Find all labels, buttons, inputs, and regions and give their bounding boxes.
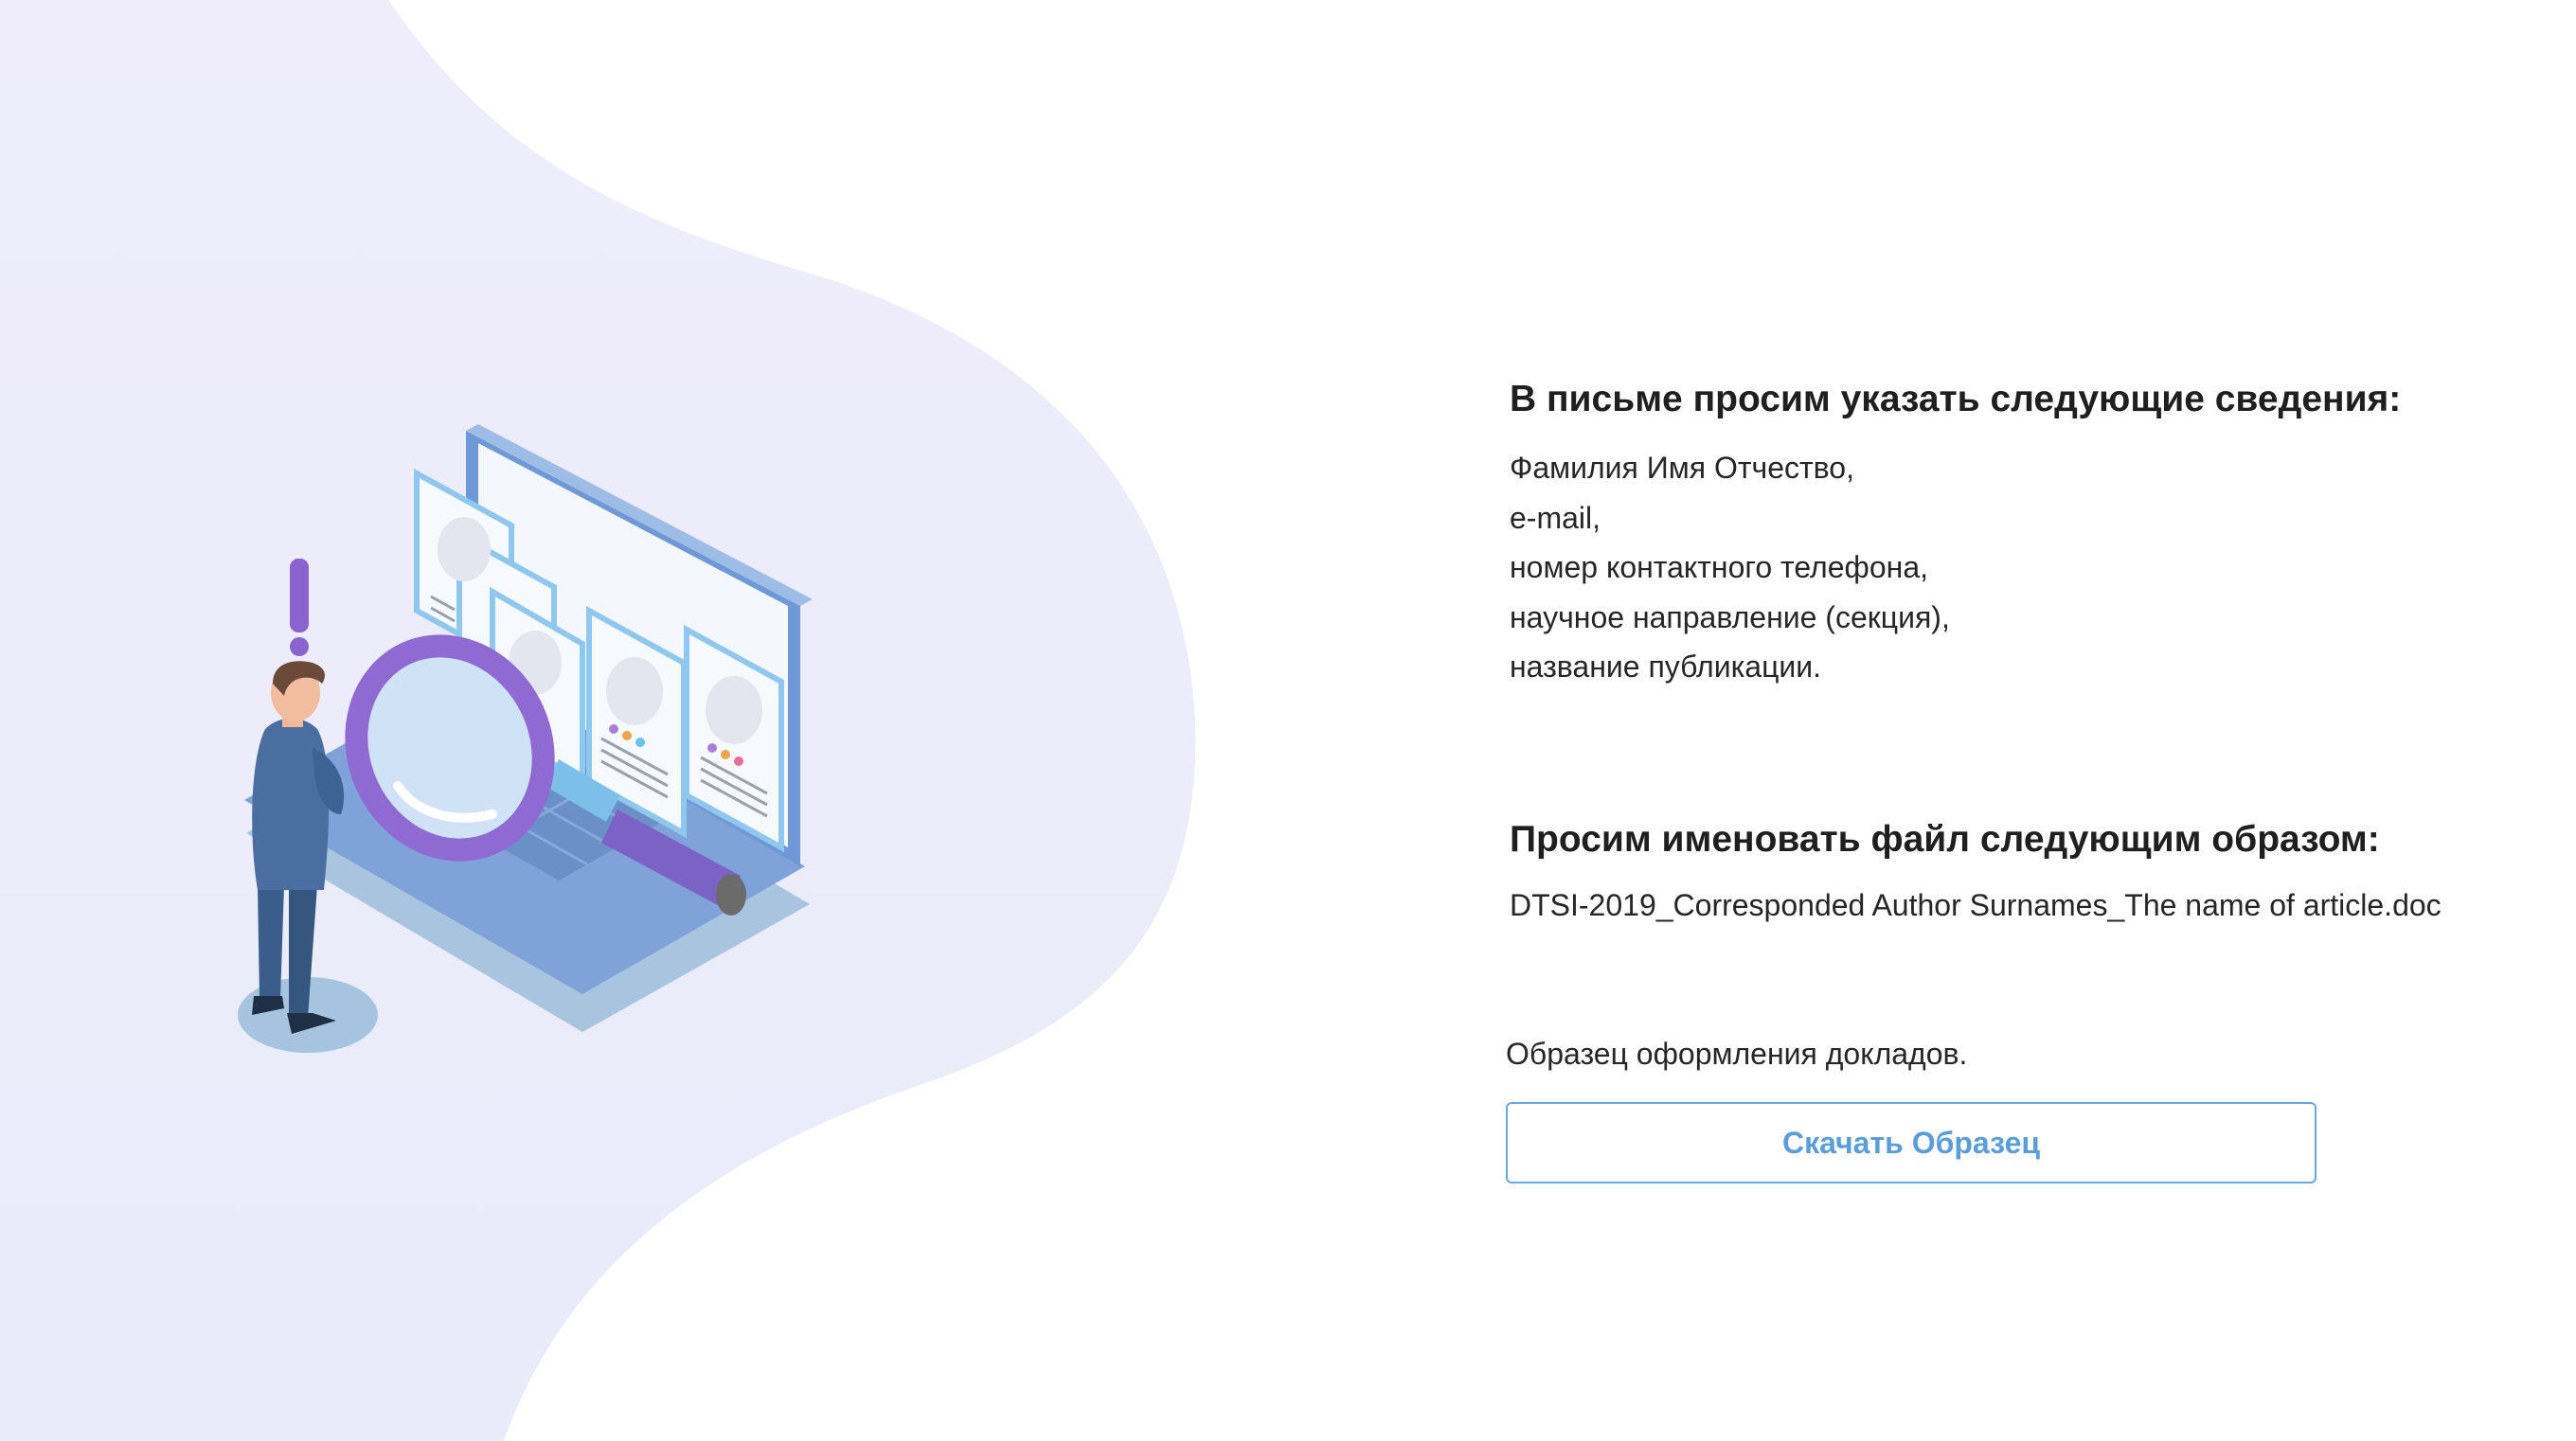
info-section: В письме просим указать следующие сведен…: [1510, 377, 2513, 925]
list-item: научное направление (секция),: [1510, 599, 1950, 634]
exclamation-icon: [290, 559, 309, 656]
list-item: название публикации.: [1510, 649, 1822, 684]
required-info-list: Фамилия Имя Отчество, e-mail, номер конт…: [1510, 443, 2513, 692]
list-item: номер контактного телефона,: [1510, 550, 1928, 584]
filename-pattern: DTSI-2019_Corresponded Author Surnames_T…: [1510, 887, 2442, 922]
section-heading-required-info: В письме просим указать следующие сведен…: [1510, 379, 2402, 419]
sample-caption: Образец оформления докладов.: [1506, 1037, 1968, 1071]
section-heading-file-naming: Просим именовать файл следующим образом:: [1510, 818, 2380, 860]
list-item: Фамилия Имя Отчество,: [1510, 451, 1854, 485]
download-sample-button[interactable]: Скачать Образец: [1506, 1102, 2317, 1183]
list-item: e-mail,: [1510, 500, 1601, 535]
